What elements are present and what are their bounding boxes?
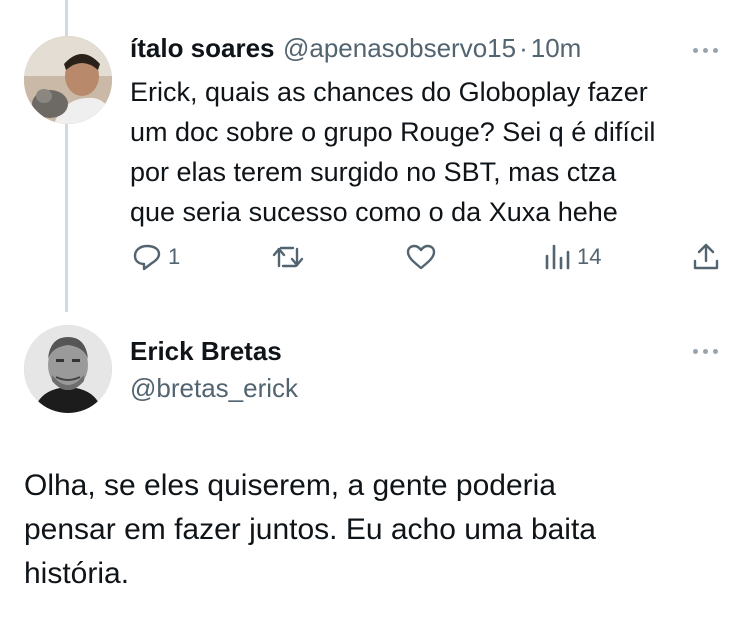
more-icon[interactable]	[693, 45, 725, 55]
tweet-text-line: Erick, quais as chances do Globoplay faz…	[130, 77, 648, 107]
reply-button[interactable]: 1	[132, 243, 180, 271]
reply-count: 1	[168, 244, 181, 269]
avatar-italo-image	[24, 36, 112, 124]
reply-text-line: Olha, se eles quiserem, a gente poderia	[24, 469, 556, 502]
author-handle[interactable]: @apenasobservo15	[283, 33, 516, 63]
reply-text-line: pensar em fazer juntos. Eu acho uma bait…	[24, 513, 596, 546]
reply-text: Olha, se eles quiserem, a gente poderia …	[24, 464, 704, 596]
like-button[interactable]	[405, 243, 437, 271]
views-icon	[545, 244, 570, 270]
avatar-erick-image	[24, 325, 112, 413]
reply-text-line: história.	[24, 557, 130, 590]
retweet-button[interactable]	[271, 244, 305, 270]
avatar-erick[interactable]	[24, 325, 112, 413]
tweet-text: Erick, quais as chances do Globoplay faz…	[130, 72, 720, 232]
views-count: 14	[577, 244, 602, 269]
tweet-header: ítalo soares @apenasobservo15 · 10m	[130, 33, 581, 64]
author-name[interactable]: ítalo soares	[130, 33, 275, 63]
retweet-icon	[272, 246, 304, 268]
separator-dot: ·	[519, 33, 528, 63]
share-button[interactable]	[691, 242, 721, 272]
share-icon	[693, 243, 719, 270]
reply-more-icon[interactable]	[693, 346, 725, 356]
reply-author-name[interactable]: Erick Bretas	[130, 336, 282, 367]
avatar-italo[interactable]	[24, 36, 112, 124]
reply-icon	[133, 244, 161, 271]
tweet-time[interactable]: 10m	[531, 33, 582, 63]
views-button[interactable]: 14	[543, 244, 601, 270]
tweet-text-line: por elas terem surgido no SBT, mas ctza	[130, 157, 617, 187]
heart-icon	[406, 244, 436, 270]
tweet-text-line: que seria sucesso como o da Xuxa hehe	[130, 197, 618, 227]
tweet-text-line: um doc sobre o grupo Rouge? Sei q é difí…	[130, 117, 656, 147]
reply-author-handle[interactable]: @bretas_erick	[130, 373, 298, 404]
